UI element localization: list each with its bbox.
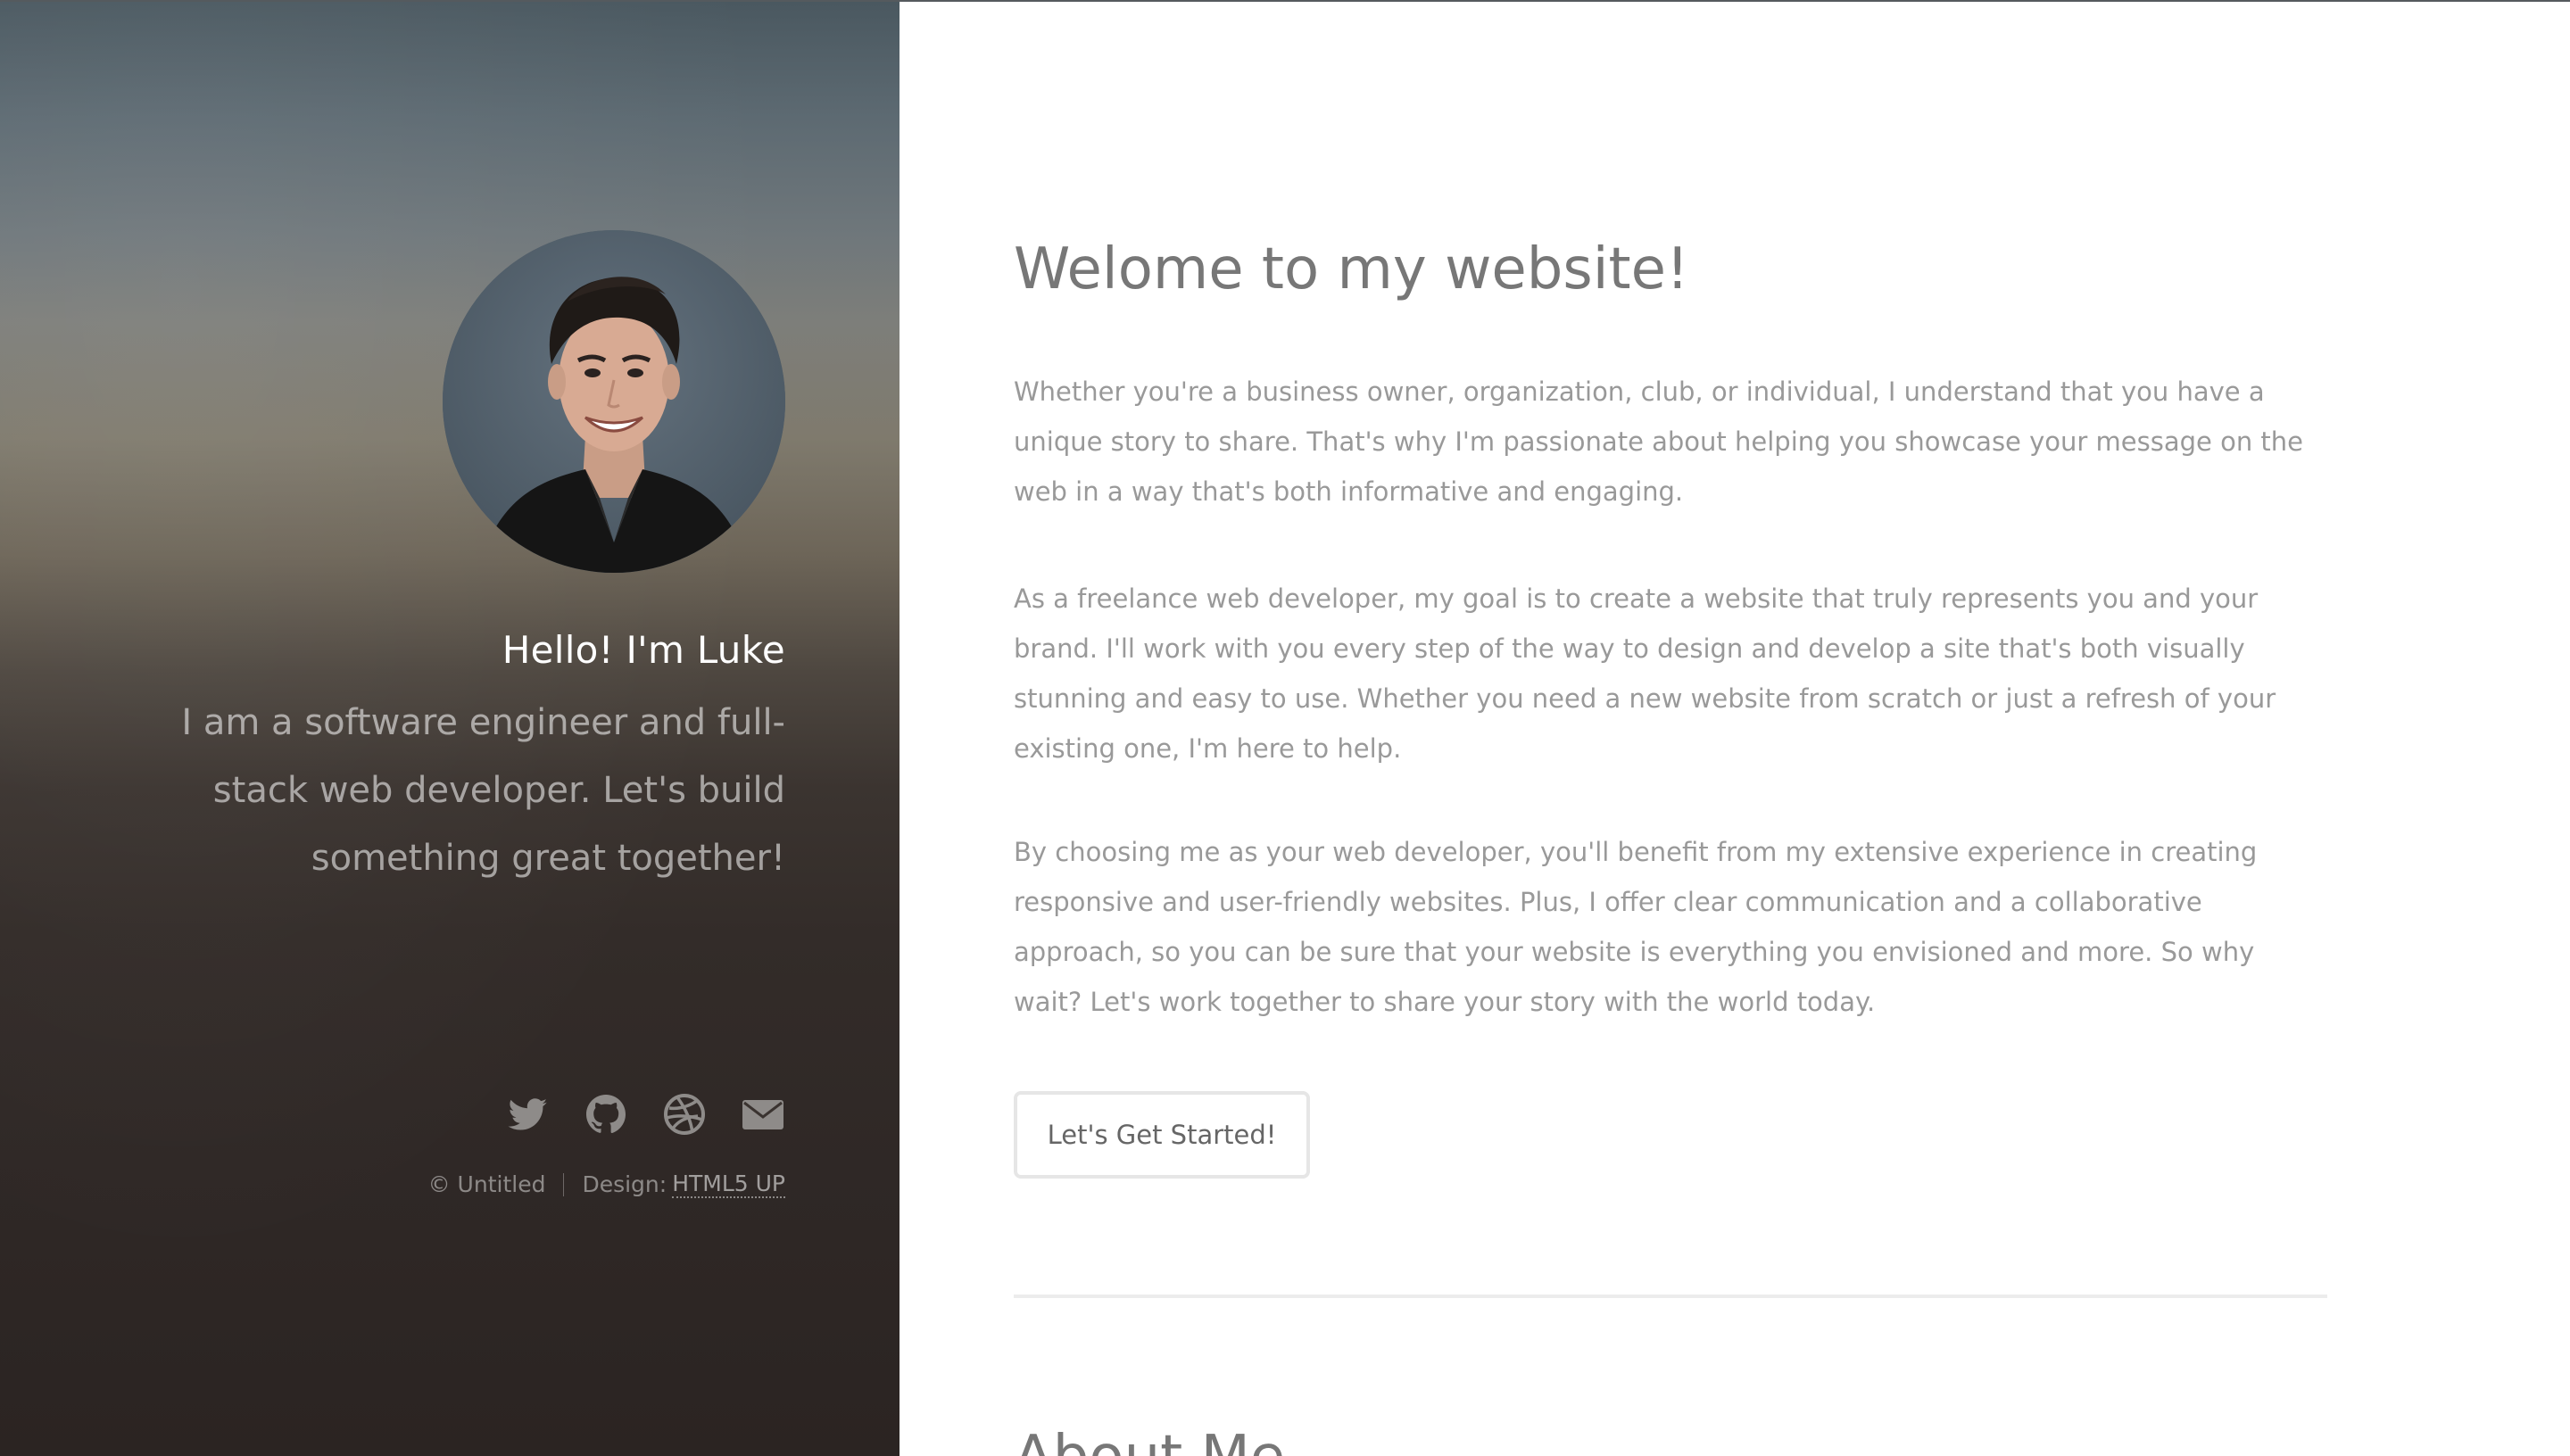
avatar — [443, 230, 785, 573]
twitter-icon[interactable] — [505, 1092, 550, 1137]
about-heading: About Me — [1014, 1423, 2327, 1456]
page-title: Welome to my website! — [1014, 236, 1689, 302]
envelope-icon[interactable] — [741, 1092, 785, 1137]
divider — [563, 1172, 565, 1196]
sidebar: Hello! I'm Luke I am a software engineer… — [0, 2, 900, 1456]
dribbble-icon[interactable] — [662, 1092, 707, 1137]
sidebar-content: Hello! I'm Luke I am a software engineer… — [89, 230, 785, 1199]
github-icon[interactable] — [584, 1092, 628, 1137]
social-links — [89, 1092, 785, 1137]
design-label: Design: — [582, 1171, 667, 1198]
main-content: Welome to my website! Whether you're a b… — [900, 2, 2570, 1456]
footer-copyright: © Untitled Design: HTML5 UP — [89, 1171, 785, 1199]
greeting-heading: Hello! I'm Luke — [502, 628, 785, 672]
copyright-text: © Untitled — [427, 1171, 546, 1198]
paragraph: By choosing me as your web developer, yo… — [1014, 836, 2258, 1017]
paragraph: Whether you're a business owner, organiz… — [1014, 376, 2304, 507]
section-divider — [1014, 1294, 2327, 1298]
paragraph: As a freelance web developer, my goal is… — [1014, 583, 2276, 764]
get-started-button[interactable]: Let's Get Started! — [1014, 1090, 1310, 1179]
design-credit-link[interactable]: HTML5 UP — [672, 1171, 785, 1199]
content-column: Welome to my website! Whether you're a b… — [1014, 236, 2327, 1456]
intro-text: I am a software engineer and full-stack … — [181, 702, 785, 880]
